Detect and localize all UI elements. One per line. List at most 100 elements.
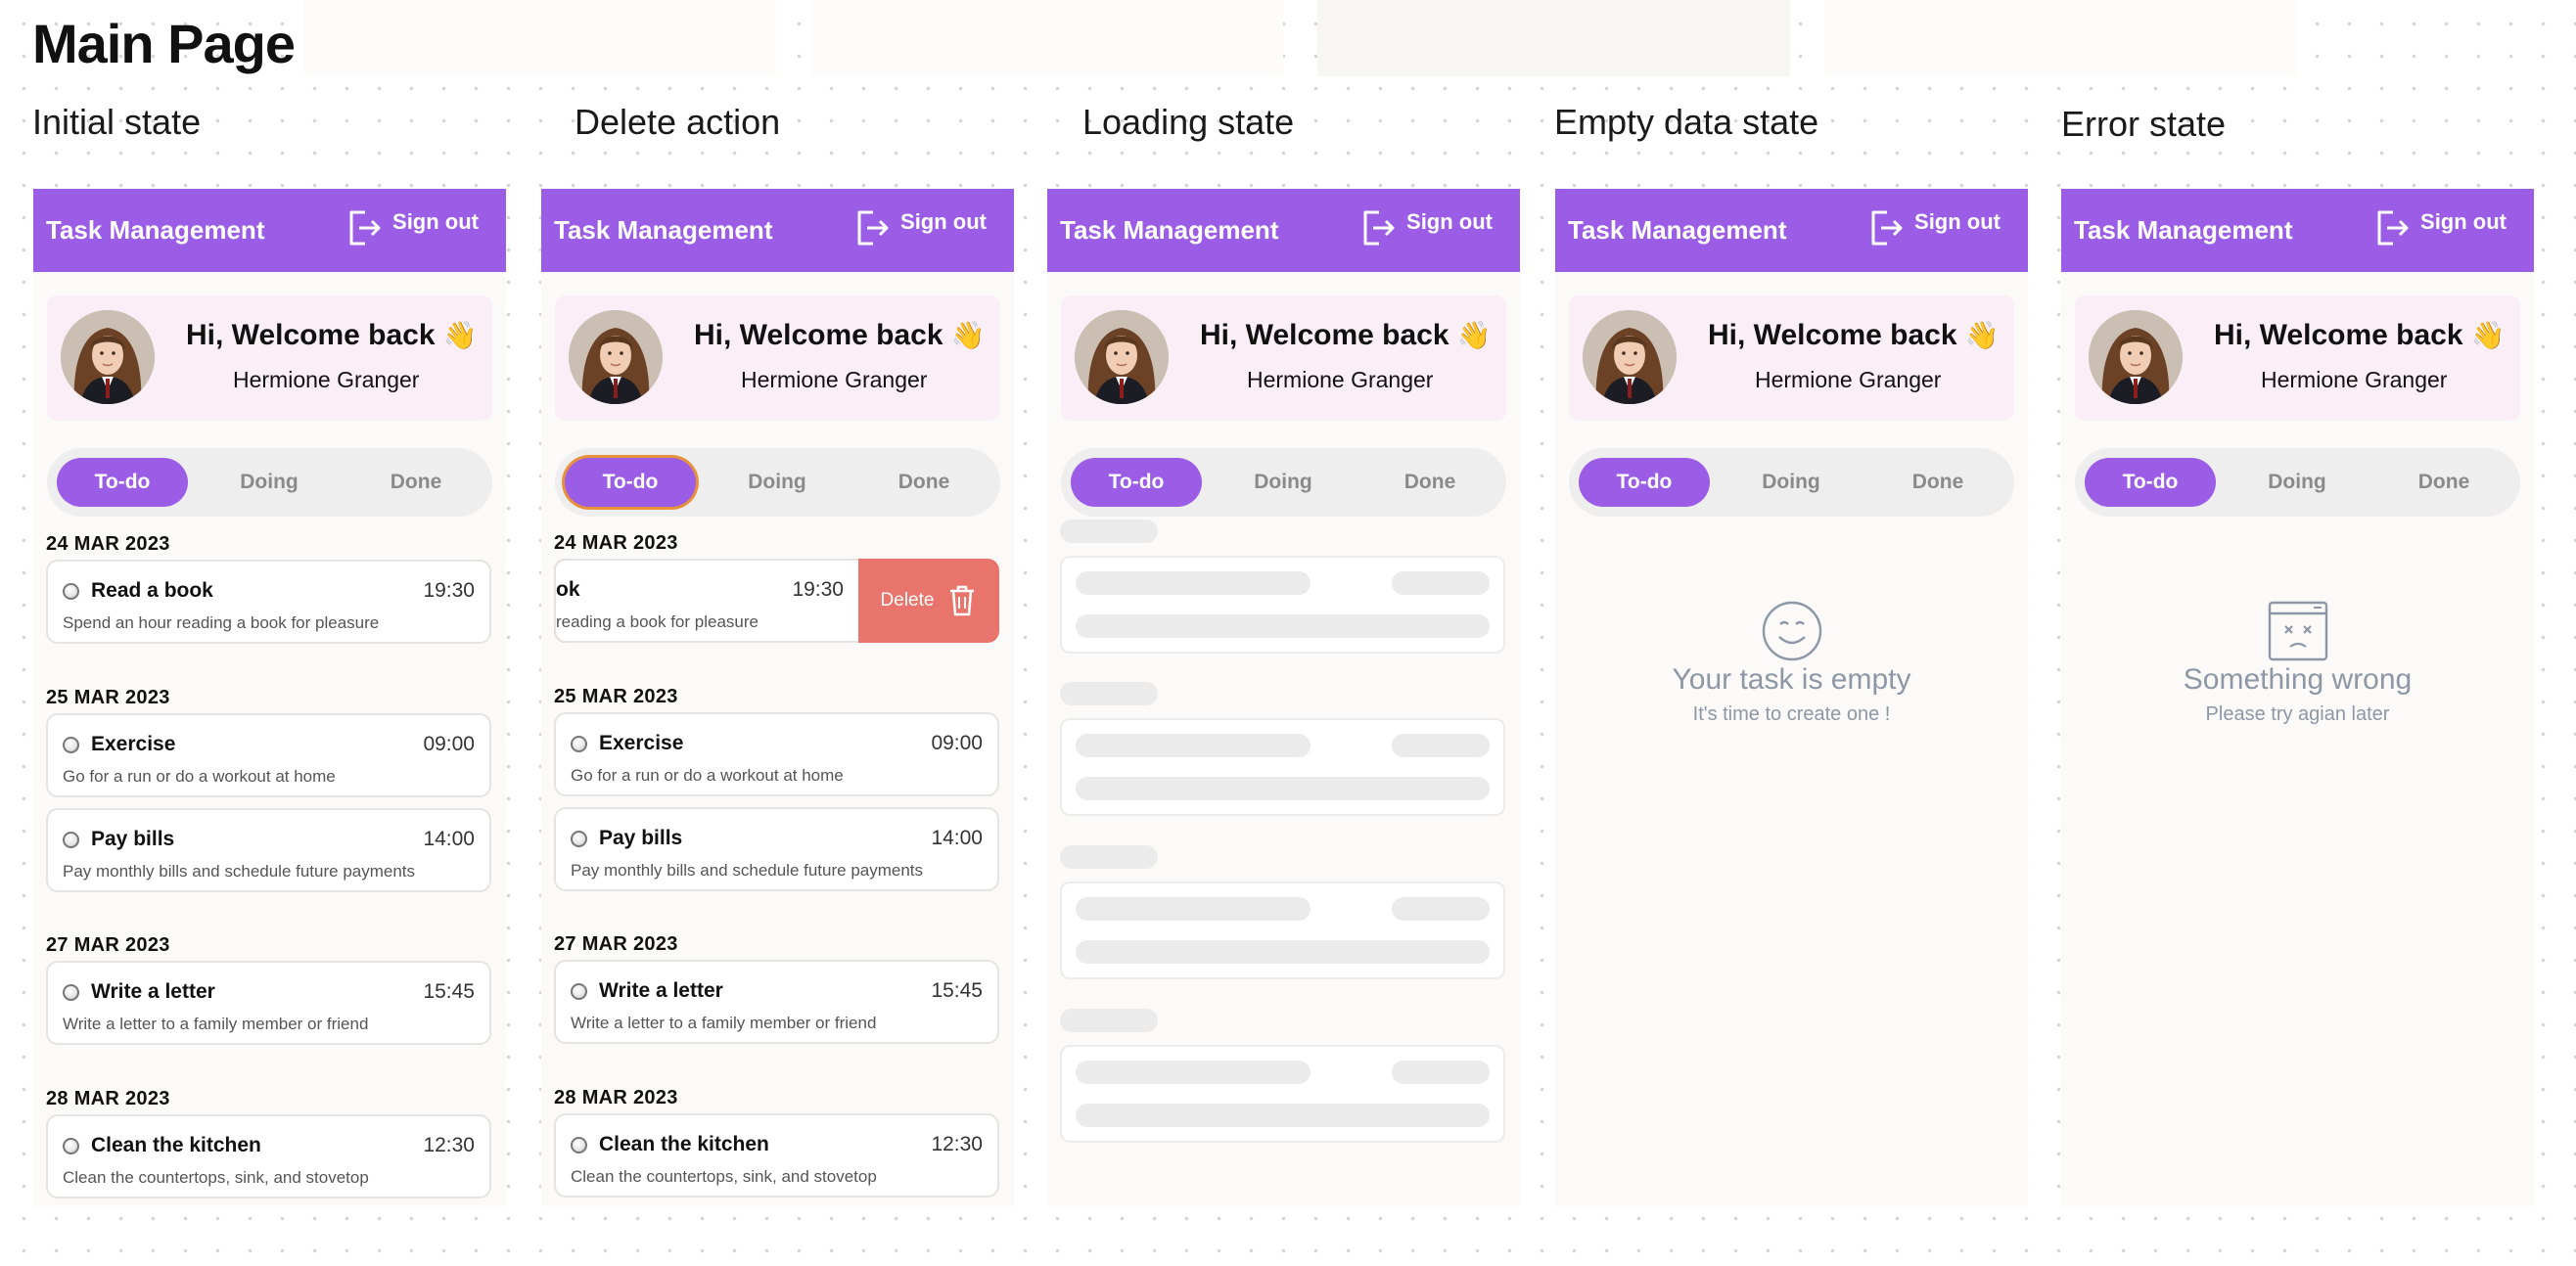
tab-todo[interactable]: To-do xyxy=(1579,458,1710,507)
tab-done[interactable]: Done xyxy=(1872,458,2003,507)
task-title: Write a letter xyxy=(91,980,215,1003)
status-tabs: To-do Doing Done xyxy=(47,448,492,517)
state-title: Your task is empty xyxy=(1672,663,1911,696)
frame-label-initial: Initial state xyxy=(32,102,202,142)
wave-emoji: 👋 xyxy=(950,320,986,350)
tab-done[interactable]: Done xyxy=(858,458,989,507)
phone-frame-delete: Task Management Sign out Hi, Welcome back … xyxy=(541,189,1014,1206)
task-checkbox[interactable] xyxy=(63,1138,79,1154)
sign-out-label: Sign out xyxy=(900,209,987,234)
task-description: Pay monthly bills and schedule future pa… xyxy=(571,861,924,880)
task-title: Pay bills xyxy=(91,828,175,850)
task-description: Write a letter to a family member or fri… xyxy=(63,1015,369,1033)
task-description: reading a book for pleasure xyxy=(556,612,759,631)
phone-frame-initial: Task Management Sign out Hi, Welcome back … xyxy=(33,189,506,1206)
task-card[interactable]: Exercise Go for a run or do a workout at … xyxy=(554,712,999,796)
frame-label-delete: Delete action xyxy=(575,102,781,142)
skeleton-card xyxy=(1060,1045,1505,1143)
sign-out-button[interactable]: Sign out xyxy=(1867,206,2001,249)
wave-emoji: 👋 xyxy=(442,320,478,350)
app-bar: Task Management Sign out xyxy=(33,189,506,272)
avatar xyxy=(1075,310,1169,404)
tab-doing[interactable]: Doing xyxy=(712,458,843,507)
avatar xyxy=(2089,310,2183,404)
tab-doing[interactable]: Doing xyxy=(1725,458,1857,507)
page-title: Main Page xyxy=(32,13,296,74)
greeting: Hi, Welcome back 👋 xyxy=(186,319,478,352)
delete-label: Delete xyxy=(880,590,935,610)
tab-doing[interactable]: Doing xyxy=(1218,458,1349,507)
welcome-card: Hi, Welcome back 👋 Hermione Granger xyxy=(2075,295,2520,421)
sign-out-button[interactable]: Sign out xyxy=(853,206,987,249)
user-name: Hermione Granger xyxy=(2261,367,2448,392)
swiped-task-row[interactable]: ok reading a book for pleasure 19:30 Delete xyxy=(554,559,999,643)
sign-out-button[interactable]: Sign out xyxy=(2373,206,2507,249)
app-title: Task Management xyxy=(1568,215,1787,245)
greeting: Hi, Welcome back 👋 xyxy=(1708,319,2000,352)
app-title: Task Management xyxy=(1060,215,1279,245)
delete-button[interactable]: Delete xyxy=(858,559,999,643)
task-card[interactable]: Clean the kitchen Clean the countertops, … xyxy=(46,1114,491,1198)
task-checkbox[interactable] xyxy=(571,983,587,1000)
task-title: Pay bills xyxy=(599,827,683,849)
task-checkbox[interactable] xyxy=(63,832,79,848)
task-card[interactable]: Exercise Go for a run or do a workout at … xyxy=(46,713,491,797)
skeleton-date xyxy=(1060,682,1158,705)
task-checkbox[interactable] xyxy=(63,583,79,600)
task-description: Clean the countertops, sink, and stoveto… xyxy=(63,1168,369,1187)
wave-emoji: 👋 xyxy=(1456,320,1492,350)
tab-done[interactable]: Done xyxy=(2378,458,2509,507)
greeting-text: Hi, Welcome back xyxy=(1708,319,1957,351)
task-card[interactable]: Write a letter Write a letter to a family… xyxy=(46,961,491,1045)
task-checkbox[interactable] xyxy=(63,737,79,753)
task-card[interactable]: Clean the kitchen Clean the countertops, … xyxy=(554,1113,999,1198)
task-checkbox[interactable] xyxy=(63,984,79,1001)
smile-icon xyxy=(1761,600,1823,667)
task-title: ok xyxy=(556,578,580,601)
skeleton-line xyxy=(1076,940,1490,964)
sign-out-icon xyxy=(1867,206,1905,249)
state-subtitle: It's time to create one ! xyxy=(1692,703,1891,725)
tab-doing[interactable]: Doing xyxy=(204,458,335,507)
skeleton-line xyxy=(1392,897,1490,921)
tab-todo[interactable]: To-do xyxy=(1071,458,1202,507)
tab-done[interactable]: Done xyxy=(350,458,482,507)
task-checkbox[interactable] xyxy=(571,831,587,847)
task-description: Pay monthly bills and schedule future pa… xyxy=(63,862,416,881)
user-name: Hermione Granger xyxy=(233,367,420,392)
skeleton-card xyxy=(1060,718,1505,816)
date-header: 24 MAR 2023 xyxy=(46,533,170,555)
app-title: Task Management xyxy=(554,215,773,245)
tab-todo[interactable]: To-do xyxy=(2085,458,2216,507)
skeleton-card xyxy=(1060,882,1505,979)
state-title: Something wrong xyxy=(2183,663,2413,696)
tab-todo[interactable]: To-do xyxy=(57,458,188,507)
task-time: 09:00 xyxy=(931,732,983,754)
tab-done[interactable]: Done xyxy=(1364,458,1495,507)
task-card[interactable]: Write a letter Write a letter to a family… xyxy=(554,960,999,1044)
task-checkbox[interactable] xyxy=(571,736,587,752)
task-card[interactable]: Pay bills Pay monthly bills and schedule … xyxy=(46,808,491,892)
sign-out-button[interactable]: Sign out xyxy=(1359,206,1493,249)
task-checkbox[interactable] xyxy=(571,1137,587,1153)
skeleton-line xyxy=(1076,1104,1490,1127)
user-name: Hermione Granger xyxy=(1755,367,1942,392)
skeleton-line xyxy=(1076,734,1311,757)
task-card[interactable]: Pay bills Pay monthly bills and schedule … xyxy=(554,807,999,891)
skeleton-line xyxy=(1076,1061,1311,1084)
task-time: 15:45 xyxy=(931,979,983,1002)
sign-out-icon xyxy=(1359,206,1397,249)
task-card-swiped[interactable]: ok reading a book for pleasure 19:30 xyxy=(554,559,858,643)
greeting-text: Hi, Welcome back xyxy=(186,319,436,351)
greeting: Hi, Welcome back 👋 xyxy=(2214,319,2506,352)
task-description: Go for a run or do a workout at home xyxy=(63,767,336,786)
task-time: 19:30 xyxy=(423,579,475,602)
top-strip xyxy=(1317,0,1790,76)
sign-out-button[interactable]: Sign out xyxy=(345,206,479,249)
status-tabs: To-do Doing Done xyxy=(2075,448,2520,517)
task-title: Read a book xyxy=(91,579,213,602)
tab-todo[interactable]: To-do xyxy=(565,458,696,507)
greeting: Hi, Welcome back 👋 xyxy=(694,319,986,352)
task-card[interactable]: Read a book Spend an hour reading a book … xyxy=(46,560,491,644)
tab-doing[interactable]: Doing xyxy=(2231,458,2363,507)
